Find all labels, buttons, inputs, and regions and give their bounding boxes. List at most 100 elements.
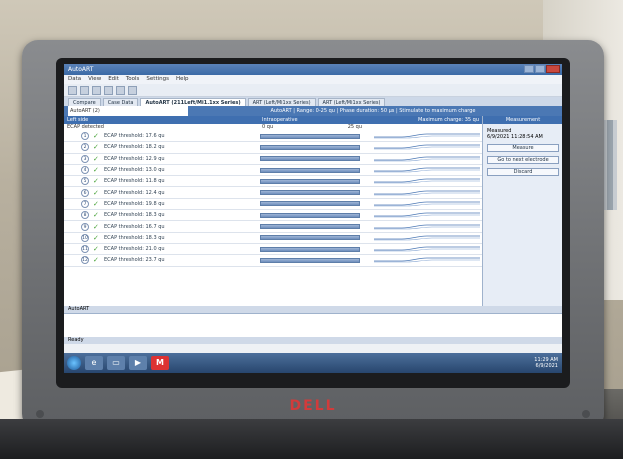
results-subheader: ECAP detected 0 qu 25 qu <box>64 124 482 131</box>
screw <box>36 410 44 418</box>
electrode-number: 5 <box>81 177 89 186</box>
scale-min: 0 qu <box>262 124 274 130</box>
screw <box>582 410 590 418</box>
intraoperative-bar <box>260 156 360 162</box>
media-icon[interactable]: ▶ <box>129 356 147 370</box>
ecap-threshold-label: ECAP threshold: 18.3 qu <box>104 234 165 241</box>
menu-data[interactable]: Data <box>68 75 81 84</box>
redo-icon[interactable] <box>104 85 113 95</box>
window-titlebar: AutoART <box>64 64 562 75</box>
info-bar: AutoART (2) AutoART | Range: 0-25 qu | P… <box>64 106 562 116</box>
electrode-row[interactable]: 1 ✓ ECAP threshold: 17.6 qu <box>64 131 482 143</box>
electrode-row[interactable]: 3 ✓ ECAP threshold: 12.9 qu <box>64 154 482 165</box>
tab-art-1[interactable]: ART (Left/Mi1xx Series) <box>247 98 316 106</box>
menu-view[interactable]: View <box>88 75 101 84</box>
menubar: Data View Edit Tools Settings Help <box>64 75 562 84</box>
check-icon: ✓ <box>93 143 99 152</box>
ecap-threshold-label: ECAP threshold: 19.8 qu <box>104 200 165 207</box>
ecap-threshold-label: ECAP threshold: 16.7 qu <box>104 223 165 230</box>
menu-settings[interactable]: Settings <box>146 75 169 84</box>
ecap-waveform <box>374 133 480 139</box>
menu-help[interactable]: Help <box>176 75 189 84</box>
electrode-row[interactable]: 6 ✓ ECAP threshold: 12.4 qu <box>64 187 482 199</box>
system-tray: 11:29 AM 6/9/2021 <box>534 357 562 369</box>
m-app-icon[interactable]: M <box>151 356 169 370</box>
screen: AutoART Data View Edit Tools Settings He… <box>64 64 562 373</box>
ecap-detected-label: ECAP detected <box>67 124 104 130</box>
measured-time: 6/9/2021 11:28:54 AM <box>487 134 543 140</box>
measure-button[interactable]: Measure <box>487 144 559 152</box>
electrode-row[interactable]: 8 ✓ ECAP threshold: 18.3 qu <box>64 210 482 222</box>
check-icon: ✓ <box>93 177 99 186</box>
ie-icon[interactable]: e <box>85 356 103 370</box>
scale-labels: 0 qu 25 qu <box>262 124 362 131</box>
dell-logo: DELL <box>289 398 337 414</box>
new-icon[interactable] <box>68 85 77 95</box>
ecap-waveform <box>374 145 480 150</box>
tab-art-2[interactable]: ART (Left/Mi1xx Series) <box>317 98 386 106</box>
folder-icon[interactable]: ▭ <box>107 356 125 370</box>
taskbar: e ▭ ▶ M 11:29 AM 6/9/2021 <box>64 353 562 373</box>
electrode-list: 1 ✓ ECAP threshold: 17.6 qu 2 ✓ ECAP threshol… <box>64 131 482 267</box>
status-ready: Ready <box>64 337 562 344</box>
window-title: AutoART <box>68 66 94 73</box>
electrode-row[interactable]: 5 ✓ ECAP threshold: 11.8 qu <box>64 176 482 188</box>
bottom-pane <box>64 313 562 337</box>
ecap-waveform <box>374 190 480 195</box>
discard-button[interactable]: Discard <box>487 168 559 176</box>
check-icon: ✓ <box>93 211 99 220</box>
intraoperative-bar <box>260 167 360 173</box>
electrode-row[interactable]: 7 ✓ ECAP threshold: 19.8 qu <box>64 199 482 211</box>
intraoperative-bar <box>260 178 360 184</box>
ecap-threshold-label: ECAP threshold: 21.0 qu <box>104 246 165 253</box>
ecap-threshold-label: ECAP threshold: 18.2 qu <box>104 144 165 151</box>
electrode-number: 8 <box>81 211 89 220</box>
check-icon: ✓ <box>93 233 99 242</box>
tab-autoart[interactable]: AutoART (211Left/Mi1.1xx Series) <box>140 98 246 106</box>
laptop: AutoART Data View Edit Tools Settings He… <box>22 40 604 444</box>
intraoperative-bar <box>260 190 360 196</box>
tab-case-data[interactable]: Case Data <box>102 98 139 106</box>
clock-date: 6/9/2021 <box>535 363 558 369</box>
intraoperative-header: Intraoperative <box>262 117 298 123</box>
menu-edit[interactable]: Edit <box>108 75 119 84</box>
ecap-waveform <box>374 156 480 162</box>
intraoperative-bar <box>260 224 360 230</box>
results-header: Left side Intraoperative Maximum charge:… <box>64 116 482 124</box>
electrode-row[interactable]: 12 ✓ ECAP threshold: 23.7 qu <box>64 255 482 267</box>
next-electrode-button[interactable]: Go to next electrode <box>487 156 559 164</box>
results-pane: Left side Intraoperative Maximum charge:… <box>64 116 482 306</box>
minimize-button[interactable] <box>524 65 534 73</box>
ecap-waveform <box>374 212 480 218</box>
check-icon: ✓ <box>93 188 99 197</box>
intraoperative-bar <box>260 133 360 139</box>
max-charge-header: Maximum charge: 35 qu <box>418 117 479 123</box>
electrode-row[interactable]: 9 ✓ ECAP threshold: 16.7 qu <box>64 221 482 233</box>
intraoperative-bar <box>260 212 360 218</box>
telemetry-icon[interactable] <box>128 85 137 95</box>
electrode-row[interactable]: 2 ✓ ECAP threshold: 18.2 qu <box>64 142 482 154</box>
measurement-selector[interactable]: AutoART (2) <box>68 106 188 116</box>
start-button[interactable] <box>67 356 81 370</box>
ecap-waveform <box>374 235 480 241</box>
tab-compare[interactable]: Compare <box>68 98 101 106</box>
electrode-row[interactable]: 4 ✓ ECAP threshold: 13.0 qu <box>64 165 482 177</box>
content-area: Left side Intraoperative Maximum charge:… <box>64 116 562 306</box>
check-icon: ✓ <box>93 154 99 163</box>
close-button[interactable] <box>546 65 560 73</box>
electrode-number: 4 <box>81 166 89 175</box>
monitor-icon[interactable] <box>116 85 125 95</box>
electrode-row[interactable]: 11 ✓ ECAP threshold: 21.0 qu <box>64 244 482 256</box>
electrode-row[interactable]: 10 ✓ ECAP threshold: 18.3 qu <box>64 233 482 244</box>
check-icon: ✓ <box>93 245 99 254</box>
undo-icon[interactable] <box>92 85 101 95</box>
electrode-number: 2 <box>81 143 89 152</box>
menu-tools[interactable]: Tools <box>126 75 140 84</box>
save-icon[interactable] <box>80 85 89 95</box>
ecap-threshold-label: ECAP threshold: 11.8 qu <box>104 178 165 185</box>
intraoperative-bar <box>260 201 360 207</box>
maximize-button[interactable] <box>535 65 545 73</box>
bottom-pane-label: AutoART <box>64 306 562 313</box>
electrode-number: 6 <box>81 188 89 197</box>
ecap-threshold-label: ECAP threshold: 13.0 qu <box>104 167 165 174</box>
